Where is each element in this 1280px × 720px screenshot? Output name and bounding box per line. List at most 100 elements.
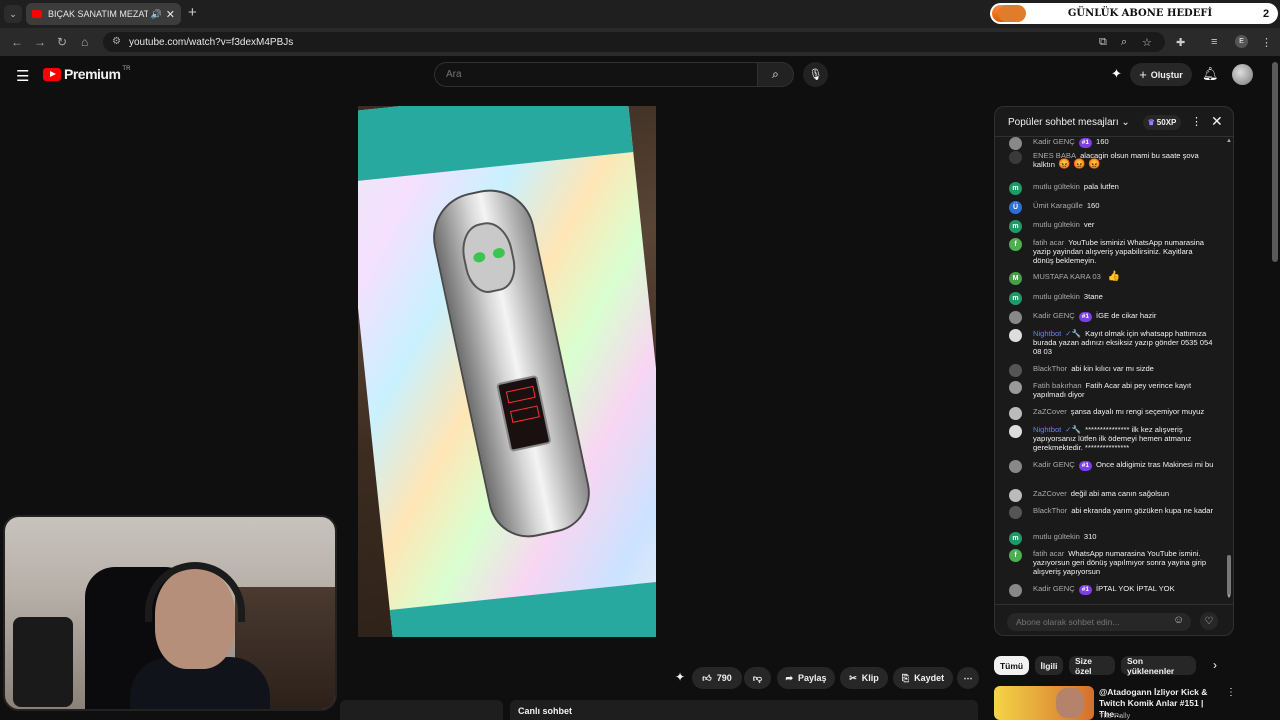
- chat-author-avatar[interactable]: f: [1009, 549, 1022, 562]
- chat-author-name[interactable]: mutlu gültekin: [1033, 532, 1080, 541]
- dislike-button[interactable]: 👎︎: [744, 667, 771, 689]
- chat-message-text: abi ekranda yarım gözüken kupa ne kadar: [1071, 506, 1214, 515]
- video-player[interactable]: [358, 106, 656, 637]
- like-button[interactable]: 👍︎ 790: [692, 667, 742, 689]
- chat-author-name[interactable]: fatih acar: [1033, 549, 1064, 558]
- chat-author-name[interactable]: ZaZCover: [1033, 489, 1067, 498]
- chat-input[interactable]: [1007, 613, 1191, 631]
- chat-author-name[interactable]: Kadir GENÇ: [1033, 460, 1075, 469]
- emoji-icon[interactable]: ☺: [1173, 614, 1184, 626]
- chat-author-avatar[interactable]: m: [1009, 220, 1022, 233]
- heart-reaction-icon[interactable]: ♡: [1200, 612, 1218, 630]
- recommended-video-thumbnail[interactable]: [994, 686, 1094, 720]
- chat-author-avatar[interactable]: m: [1009, 532, 1022, 545]
- search-button[interactable]: ⌕: [757, 62, 794, 87]
- chat-message-body: fatih acar WhatsApp numarasina YouTube is…: [1033, 549, 1214, 576]
- site-settings-icon[interactable]: ⚙: [112, 36, 121, 47]
- open-in-app-icon[interactable]: ⧉: [1099, 36, 1107, 49]
- chevron-right-icon[interactable]: ›: [1213, 658, 1217, 672]
- voice-search-button[interactable]: 🎙: [803, 62, 828, 87]
- chat-author-avatar[interactable]: m: [1009, 182, 1022, 195]
- clip-button[interactable]: ✂ Klip: [840, 667, 888, 689]
- chip-recently-uploaded[interactable]: Son yüklenenler: [1121, 656, 1196, 676]
- chat-scroll-up-icon[interactable]: ▲: [1226, 138, 1232, 144]
- chat-author-name[interactable]: Fatih bakırhan: [1033, 381, 1082, 390]
- bookmark-star-icon[interactable]: ☆: [1142, 36, 1152, 49]
- home-icon[interactable]: ⌂: [81, 35, 88, 49]
- chat-author-name[interactable]: mutlu gültekin: [1033, 220, 1080, 229]
- chat-message-text: abi kin kılıcı var mı sizde: [1071, 364, 1154, 373]
- chat-author-avatar[interactable]: M: [1009, 272, 1022, 285]
- chat-author-name[interactable]: fatih acar: [1033, 238, 1064, 247]
- tab-search-chevron-icon[interactable]: ⌄: [4, 5, 22, 23]
- chat-close-icon[interactable]: ✕: [1211, 113, 1223, 130]
- extensions-icon[interactable]: ✚: [1176, 36, 1185, 49]
- chat-author-avatar[interactable]: [1009, 381, 1022, 394]
- hamburger-menu-icon[interactable]: ☰: [16, 67, 29, 85]
- browser-tab[interactable]: BIÇAK SANATIM MEZAT ka 🔊 ✕: [26, 3, 181, 25]
- chat-author-name[interactable]: Kadir GENÇ: [1033, 311, 1075, 320]
- chat-message: Kadir GENÇ #1 160: [1009, 137, 1214, 150]
- chat-more-options-icon[interactable]: ⋮: [1191, 115, 1202, 128]
- chat-author-avatar[interactable]: f: [1009, 238, 1022, 251]
- reload-icon[interactable]: ↻: [57, 35, 67, 49]
- zoom-icon[interactable]: ⌕: [1121, 36, 1127, 49]
- chat-author-avatar[interactable]: [1009, 584, 1022, 597]
- chat-author-name[interactable]: Kadir GENÇ: [1033, 584, 1075, 593]
- chat-author-avatar[interactable]: [1009, 151, 1022, 164]
- chat-author-avatar[interactable]: [1009, 460, 1022, 473]
- chat-author-name[interactable]: BlackThor: [1033, 506, 1067, 515]
- create-button[interactable]: + Oluştur: [1130, 63, 1192, 86]
- chat-author-avatar[interactable]: [1009, 407, 1022, 420]
- xp-badge[interactable]: ♛ 50XP: [1143, 115, 1181, 130]
- chat-author-name[interactable]: BlackThor: [1033, 364, 1067, 373]
- recommended-more-icon[interactable]: ⋮: [1226, 687, 1236, 698]
- chat-mode-dropdown[interactable]: Popüler sohbet mesajları ⌄: [1008, 117, 1130, 128]
- search-input[interactable]: [434, 62, 758, 87]
- chat-author-avatar[interactable]: [1009, 425, 1022, 438]
- chip-all[interactable]: Tümü: [994, 656, 1029, 675]
- chat-author-avatar[interactable]: [1009, 137, 1022, 150]
- chat-author-name[interactable]: Nightbot: [1033, 329, 1061, 338]
- chip-for-you[interactable]: Size özel: [1069, 656, 1115, 676]
- browser-menu-icon[interactable]: ⋮: [1261, 36, 1272, 49]
- chat-author-avatar[interactable]: [1009, 311, 1022, 324]
- chat-input-area: ☺ ♡: [995, 604, 1233, 635]
- save-button[interactable]: ⎘ Kaydet: [893, 667, 953, 689]
- chat-author-name[interactable]: mutlu gültekin: [1033, 292, 1080, 301]
- chat-author-name[interactable]: mutlu gültekin: [1033, 182, 1080, 191]
- recommended-video-channel[interactable]: The Pally: [1099, 711, 1130, 720]
- reading-list-icon[interactable]: ≡: [1211, 36, 1217, 48]
- chat-author-avatar[interactable]: Ü: [1009, 201, 1022, 214]
- tab-audio-icon[interactable]: 🔊: [151, 9, 162, 20]
- more-actions-button[interactable]: ⋯: [957, 667, 979, 689]
- chat-scroll-down-icon[interactable]: ▼: [1226, 594, 1232, 600]
- notifications-bell-icon[interactable]: 🔔︎: [1202, 66, 1219, 82]
- chat-author-name[interactable]: Ümit Karagülle: [1033, 201, 1083, 210]
- account-avatar[interactable]: [1232, 64, 1253, 85]
- forward-arrow-icon[interactable]: →: [34, 35, 46, 49]
- chat-scrollbar[interactable]: [1227, 555, 1231, 595]
- new-tab-plus-icon[interactable]: +: [188, 4, 197, 21]
- youtube-premium-logo[interactable]: Premium TR: [43, 66, 130, 82]
- page-scrollbar[interactable]: [1272, 62, 1278, 262]
- chip-related[interactable]: İlgili: [1035, 656, 1063, 675]
- chat-author-name[interactable]: Kadir GENÇ: [1033, 137, 1075, 146]
- tab-close-icon[interactable]: ✕: [166, 8, 175, 21]
- share-button[interactable]: ➦ Paylaş: [777, 667, 835, 689]
- chat-message: Nightbot ✓🔧 *************** ilk kez alışve…: [1009, 425, 1214, 452]
- chat-author-avatar[interactable]: [1009, 329, 1022, 342]
- chat-author-avatar[interactable]: m: [1009, 292, 1022, 305]
- live-chat-tab[interactable]: Canlı sohbet: [510, 700, 978, 720]
- chat-author-name[interactable]: Nightbot: [1033, 425, 1061, 434]
- chat-author-name[interactable]: MUSTAFA KARA 03: [1033, 272, 1101, 281]
- chat-author-avatar[interactable]: [1009, 364, 1022, 377]
- address-bar[interactable]: ⚙ youtube.com/watch?v=f3dexM4PBJs: [103, 32, 1165, 52]
- browser-profile-avatar[interactable]: E: [1235, 35, 1248, 48]
- live-broadcast-icon[interactable]: ✦: [1111, 66, 1122, 82]
- chat-author-name[interactable]: ZaZCover: [1033, 407, 1067, 416]
- chat-message-text: İPTAL YOK İPTAL YOK: [1096, 584, 1175, 593]
- chat-author-avatar[interactable]: [1009, 489, 1022, 502]
- chat-author-avatar[interactable]: [1009, 506, 1022, 519]
- back-arrow-icon[interactable]: ←: [11, 35, 23, 49]
